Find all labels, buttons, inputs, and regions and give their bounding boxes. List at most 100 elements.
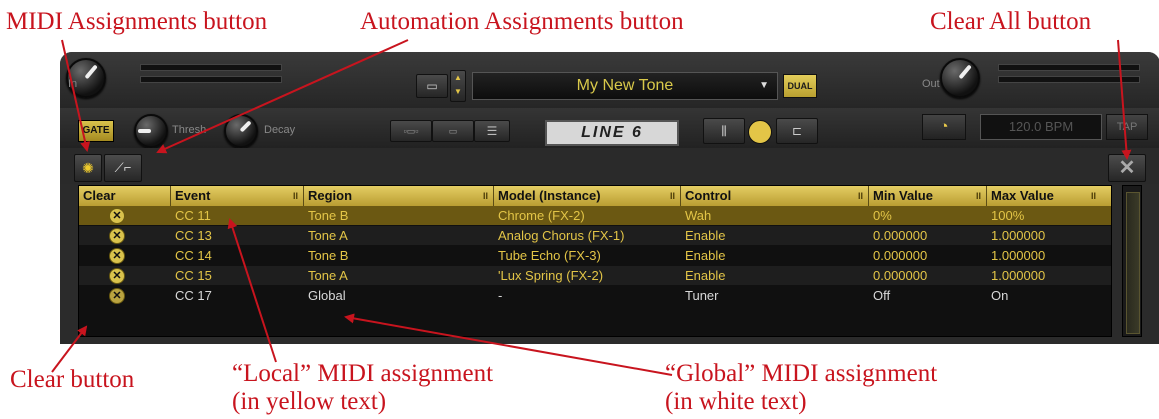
cell-event: CC 17 <box>175 288 212 303</box>
vertical-scrollbar[interactable] <box>1122 185 1142 337</box>
view-list-icon[interactable]: ☰ <box>474 120 510 142</box>
cell-region: Tone A <box>308 268 348 283</box>
decay-knob[interactable] <box>224 114 258 148</box>
column-grip-icon[interactable]: II <box>1091 186 1096 206</box>
clear-all-button[interactable]: ✕ <box>1108 154 1146 182</box>
column-header-region[interactable]: Region II <box>304 186 494 206</box>
clear-x-circle-icon[interactable]: ✕ <box>109 288 125 304</box>
column-grip-icon[interactable]: II <box>483 186 488 206</box>
column-grip-icon[interactable]: II <box>976 186 981 206</box>
thresh-label: Thresh <box>172 124 207 136</box>
column-grip-icon[interactable]: II <box>670 186 675 206</box>
view-blocks-icon[interactable]: ▭ <box>432 120 474 142</box>
callout-clear-all: Clear All button <box>930 8 1092 35</box>
clear-x-circle-icon[interactable]: ✕ <box>109 208 125 224</box>
cell-region: Global <box>308 288 346 303</box>
callout-global-assignment: “Global” MIDI assignment (in white text) <box>665 360 937 416</box>
column-grip-icon[interactable]: II <box>293 186 298 206</box>
clear-cell: ✕ <box>79 246 171 265</box>
input-meter-right <box>140 76 282 83</box>
cell-max: 1.000000 <box>991 248 1046 263</box>
cell-model: Analog Chorus (FX-1) <box>498 228 625 243</box>
table-header: Clear Event II Region II Model (Instance) I… <box>79 186 1111 206</box>
tap-button[interactable]: TAP <box>1106 114 1148 140</box>
cell-model: 'Lux Spring (FX-2) <box>498 268 604 283</box>
table-row[interactable]: ✕ CC 11 Tone B Chrome (FX-2) Wah 0% 100% <box>79 206 1111 225</box>
mixer-icon[interactable]: ⫼ <box>703 118 745 144</box>
column-header-model-label: Model (Instance) <box>498 188 601 203</box>
cell-max: 100% <box>991 208 1025 223</box>
cell-min: 0.000000 <box>873 268 928 283</box>
line6-logo: LINE 6 <box>545 120 679 146</box>
signal-path-icon[interactable]: ⊏ <box>776 118 818 144</box>
column-grip-icon[interactable]: II <box>858 186 863 206</box>
cell-model: - <box>498 288 503 303</box>
cell-region: Tone A <box>308 228 348 243</box>
callout-local-line2: (in yellow text) <box>232 388 387 415</box>
cell-event: CC 11 <box>175 208 211 223</box>
cell-event: CC 13 <box>175 228 212 243</box>
table-row[interactable]: ✕ CC 13 Tone A Analog Chorus (FX-1) Enable 0.… <box>79 226 1111 245</box>
cell-control: Enable <box>685 268 726 283</box>
cell-event: CC 14 <box>175 248 212 263</box>
dual-button[interactable]: DUAL <box>783 74 817 98</box>
scrollbar-thumb[interactable] <box>1126 192 1140 334</box>
automation-curve-icon: ⟋⌐ <box>114 160 132 175</box>
decay-label: Decay <box>264 124 296 136</box>
output-meter-left <box>998 64 1140 71</box>
tone-stepper[interactable]: ▲ ▼ <box>450 70 466 102</box>
output-knob[interactable] <box>940 58 980 98</box>
cell-min: Off <box>873 288 891 303</box>
clear-cell: ✕ <box>79 206 171 225</box>
gate-button[interactable]: GATE <box>78 120 114 142</box>
save-icon[interactable]: ▭ <box>416 74 448 98</box>
clear-cell: ✕ <box>79 266 171 285</box>
input-meter-left <box>140 64 282 71</box>
out-label: Out <box>922 78 940 90</box>
clear-cell: ✕ <box>79 286 171 305</box>
output-meter-right <box>998 76 1140 83</box>
column-header-control[interactable]: Control II <box>681 186 869 206</box>
clear-x-circle-icon[interactable]: ✕ <box>109 248 125 264</box>
app-window: In ▭ ▲ ▼ My New Tone ▼ DUAL Out GATE Thre… <box>60 52 1159 344</box>
midi-dots-icon: ✺ <box>82 160 94 176</box>
column-header-model[interactable]: Model (Instance) II <box>494 186 681 206</box>
cell-control: Wah <box>685 208 712 223</box>
cell-region: Tone B <box>308 248 349 263</box>
cell-control: Enable <box>685 248 726 263</box>
view-signal-flow-icon[interactable]: ▫▭▫ <box>390 120 432 142</box>
midi-assignments-button[interactable]: ✺ <box>74 154 102 182</box>
cell-max: 1.000000 <box>991 268 1046 283</box>
table-row[interactable]: ✕ CC 17 Global - Tuner Off On <box>79 286 1111 305</box>
column-header-min-label: Min Value <box>873 188 933 203</box>
automation-assignments-button[interactable]: ⟋⌐ <box>104 154 142 182</box>
clear-x-circle-icon[interactable]: ✕ <box>109 228 125 244</box>
cell-model: Chrome (FX-2) <box>498 208 585 223</box>
thresh-knob[interactable] <box>134 114 168 148</box>
tone-name-display[interactable]: My New Tone ▼ <box>472 72 778 100</box>
callout-clear: Clear button <box>10 366 135 393</box>
tempo-display[interactable]: 120.0 BPM <box>980 114 1102 140</box>
cell-control: Enable <box>685 228 726 243</box>
column-header-max-value[interactable]: Max Value II <box>987 186 1111 206</box>
callout-local-assignment: “Local” MIDI assignment (in yellow text) <box>232 360 493 416</box>
assignments-toolbar <box>60 148 1159 184</box>
column-header-region-label: Region <box>308 188 353 203</box>
cell-event: CC 15 <box>175 268 212 283</box>
column-header-clear[interactable]: Clear <box>79 186 171 206</box>
table-row[interactable]: ✕ CC 14 Tone B Tube Echo (FX-3) Enable 0.0000… <box>79 246 1111 265</box>
chevron-down-icon[interactable]: ▼ <box>759 73 769 99</box>
column-header-max-label: Max Value <box>991 188 1054 203</box>
clear-cell: ✕ <box>79 226 171 245</box>
table-row[interactable]: ✕ CC 15 Tone A 'Lux Spring (FX-2) Enable 0.00… <box>79 266 1111 285</box>
column-header-event[interactable]: Event II <box>171 186 304 206</box>
tuner-icon[interactable] <box>748 120 772 144</box>
column-header-control-label: Control <box>685 188 732 203</box>
callout-automation-assignments: Automation Assignments button <box>360 8 684 35</box>
clear-x-circle-icon[interactable]: ✕ <box>109 268 125 284</box>
callout-global-line2: (in white text) <box>665 388 807 415</box>
callout-midi-assignments: MIDI Assignments button <box>6 8 268 35</box>
column-header-min-value[interactable]: Min Value II <box>869 186 987 206</box>
assignments-table: Clear Event II Region II Model (Instance) I… <box>78 185 1112 337</box>
metronome-icon[interactable]: ◔ <box>922 114 966 140</box>
